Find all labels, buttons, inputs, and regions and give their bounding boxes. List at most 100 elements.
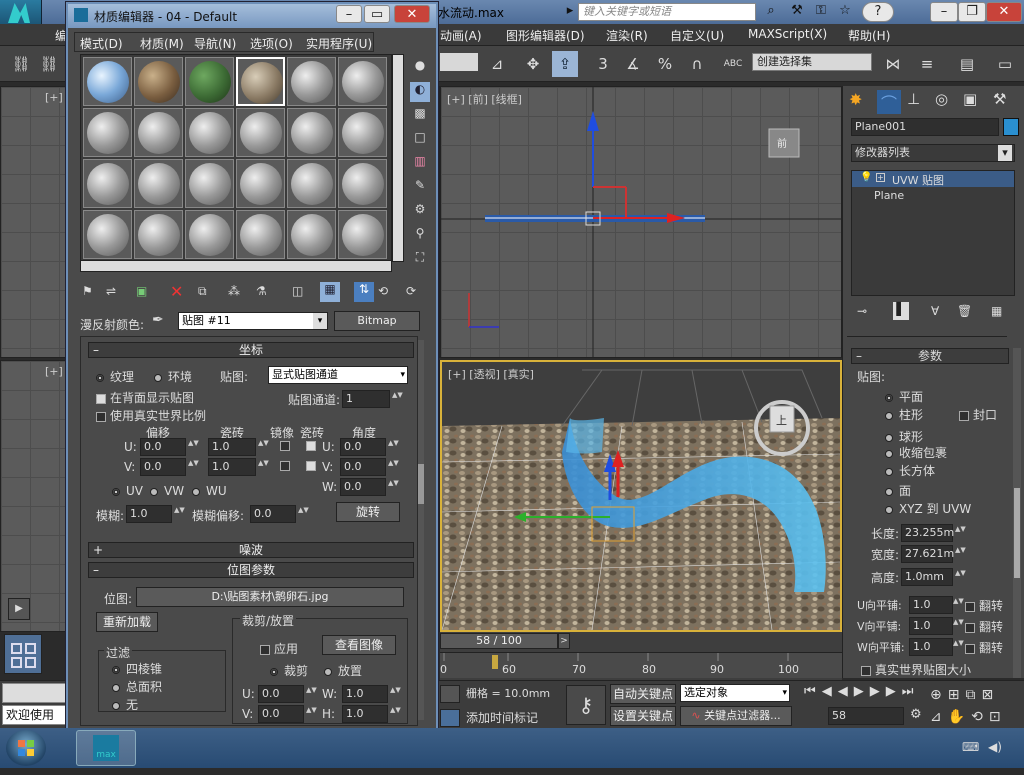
tray-keyboard-icon[interactable]: ⌨ — [962, 740, 979, 754]
snap-3-icon[interactable]: 3 — [590, 51, 616, 77]
sample-slot[interactable] — [83, 159, 132, 208]
u-offset-field[interactable]: 0.0 — [140, 438, 186, 456]
backlight-icon[interactable]: ◐ — [410, 82, 430, 102]
noise-rollout-header[interactable]: + 噪波 — [88, 542, 414, 558]
display-tab-icon[interactable]: ▣ — [963, 90, 977, 108]
search-input[interactable]: 键入关键字或短语 — [578, 3, 756, 21]
start-button[interactable] — [6, 730, 46, 766]
show-map-viewport-icon[interactable]: ▦ — [320, 282, 340, 302]
sample-slot[interactable] — [236, 210, 285, 259]
crop-h-spinner[interactable]: ▲▼ — [390, 706, 401, 722]
sample-slot[interactable] — [134, 57, 183, 106]
stack-item-uvw[interactable]: 💡 + UVW 贴图 — [852, 171, 1014, 187]
u-mirror-checkbox[interactable] — [280, 441, 290, 451]
unlink-icon[interactable]: ⛓ — [36, 51, 62, 77]
slots-vscroll[interactable] — [392, 54, 404, 262]
help-button[interactable]: ? — [862, 2, 894, 22]
video-color-icon[interactable]: ▥ — [410, 154, 430, 174]
v-angle-field[interactable]: 0.0 — [340, 458, 386, 476]
minimize-button[interactable]: – — [930, 2, 958, 22]
sample-slot[interactable] — [287, 108, 336, 157]
u-offset-spinner[interactable]: ▲▼ — [188, 439, 199, 455]
reset-map-icon[interactable]: ✕ — [170, 282, 183, 301]
time-tag-icon[interactable] — [440, 709, 460, 727]
sample-slot[interactable] — [287, 57, 336, 106]
menu-help[interactable]: 帮助(H) — [848, 27, 890, 44]
search-arrow-icon[interactable]: ▸ — [564, 2, 576, 22]
apply-checkbox[interactable]: 应用 — [260, 640, 298, 657]
blur-spinner[interactable]: ▲▼ — [174, 506, 185, 522]
select-manipulate-icon[interactable]: ⇪ — [552, 51, 578, 77]
map-type-button[interactable]: Bitmap — [334, 311, 420, 331]
sample-slot[interactable] — [134, 159, 183, 208]
editor-close-button[interactable]: ✕ — [394, 5, 430, 23]
material-id-icon[interactable]: ◫ — [292, 284, 303, 298]
mapping-dropdown[interactable]: 显式贴图通道 ▾ — [268, 366, 408, 384]
v-tile-field[interactable]: 1.0 — [909, 617, 953, 635]
blur-offset-field[interactable]: 0.0 — [250, 505, 296, 523]
crop-v-spinner[interactable]: ▲▼ — [306, 706, 317, 722]
pivot-icon[interactable]: ⊿ — [484, 51, 510, 77]
u-angle-field[interactable]: 0.0 — [340, 438, 386, 456]
menu-rendering[interactable]: 渲染(R) — [606, 27, 648, 44]
radio-summed-area[interactable]: 总面积 — [112, 678, 162, 695]
real-world-checkbox[interactable]: 真实世界贴图大小 — [861, 661, 971, 677]
move-icon[interactable]: ✥ — [520, 51, 546, 77]
menu-modes[interactable]: 模式(D) — [80, 35, 123, 52]
modify-tab-icon[interactable]: ⌒ — [877, 90, 901, 114]
layer-icon[interactable]: ▤ — [954, 51, 980, 77]
menu-animation[interactable]: 动画(A) — [440, 27, 482, 44]
put-to-library-icon[interactable]: ⚗ — [256, 284, 267, 298]
map-channel-field[interactable]: 1 — [342, 390, 390, 408]
u-tile-checkbox[interactable] — [306, 441, 316, 451]
v-tile-spinner[interactable]: ▲▼ — [953, 618, 964, 634]
remove-modifier-icon[interactable]: 🗑 — [957, 304, 972, 318]
editor-maximize-button[interactable]: ▭ — [364, 5, 390, 23]
menu-material[interactable]: 材质(M) — [140, 35, 184, 52]
viewport-left-label[interactable]: [+] — [45, 365, 63, 378]
crop-h-field[interactable]: 1.0 — [342, 705, 388, 723]
u-angle-spinner[interactable]: ▲▼ — [388, 439, 399, 455]
sample-slot[interactable] — [185, 57, 234, 106]
u-tiling-spinner[interactable]: ▲▼ — [258, 439, 269, 455]
radio-xyz-uvw[interactable]: XYZ 到 UVW — [885, 500, 971, 517]
sample-slot[interactable] — [134, 108, 183, 157]
sample-slot[interactable] — [185, 108, 234, 157]
crop-w-field[interactable]: 1.0 — [342, 685, 388, 703]
stack-item-plane[interactable]: Plane — [874, 189, 904, 202]
make-unique-icon[interactable]: ⁂ — [228, 284, 240, 298]
sample-slot[interactable] — [83, 108, 132, 157]
w-angle-field[interactable]: 0.0 — [340, 478, 386, 496]
radio-uv[interactable]: UV — [112, 484, 143, 498]
wrench-icon[interactable]: ⚒ — [786, 2, 808, 22]
star-icon[interactable]: ☆ — [834, 2, 856, 22]
viewport-persp-label[interactable]: [+] [透视] [真实] — [448, 366, 534, 382]
cap-checkbox[interactable]: 封口 — [959, 406, 997, 423]
radio-face[interactable]: 面 — [885, 482, 911, 499]
percent-snap-icon[interactable]: % — [652, 51, 678, 77]
modifier-list-dropdown[interactable]: 修改器列表 ▾ — [851, 144, 1015, 162]
show-end-result-icon[interactable]: ⇅ — [354, 282, 374, 302]
motion-tab-icon[interactable]: ◎ — [935, 90, 948, 108]
viewport-nav-controls[interactable]: ⊕⊞⧉⊠ ⊿✋⟲⊡ — [930, 684, 1022, 728]
sample-slot[interactable] — [287, 159, 336, 208]
rotate-button[interactable]: 旋转 — [336, 502, 400, 522]
w-tile-field[interactable]: 1.0 — [909, 638, 953, 656]
make-preview-icon[interactable]: ✎ — [410, 178, 430, 198]
show-end-result-icon[interactable]: ▌ — [893, 302, 909, 320]
object-color-swatch[interactable] — [1003, 118, 1019, 136]
w-flip-checkbox[interactable]: 翻转 — [965, 639, 1003, 656]
options-icon[interactable]: ⚙ — [410, 202, 430, 222]
radio-crop[interactable]: 裁剪 — [270, 662, 308, 679]
u-tiling-field[interactable]: 1.0 — [208, 438, 256, 456]
set-key-icon[interactable]: ⚷ — [566, 685, 606, 725]
crop-w-spinner[interactable]: ▲▼ — [390, 686, 401, 702]
height-spinner[interactable]: ▲▼ — [955, 569, 966, 585]
v-tiling-field[interactable]: 1.0 — [208, 458, 256, 476]
map-name-dropdown[interactable]: 贴图 #11 ▾ — [178, 312, 328, 330]
key-icon[interactable]: ⚿ — [810, 2, 832, 22]
params-rollout-header[interactable]: – 参数 — [851, 348, 1009, 364]
u-tile-spinner[interactable]: ▲▼ — [953, 597, 964, 613]
w-angle-spinner[interactable]: ▲▼ — [388, 479, 399, 495]
editor-minimize-button[interactable]: – — [336, 5, 362, 23]
